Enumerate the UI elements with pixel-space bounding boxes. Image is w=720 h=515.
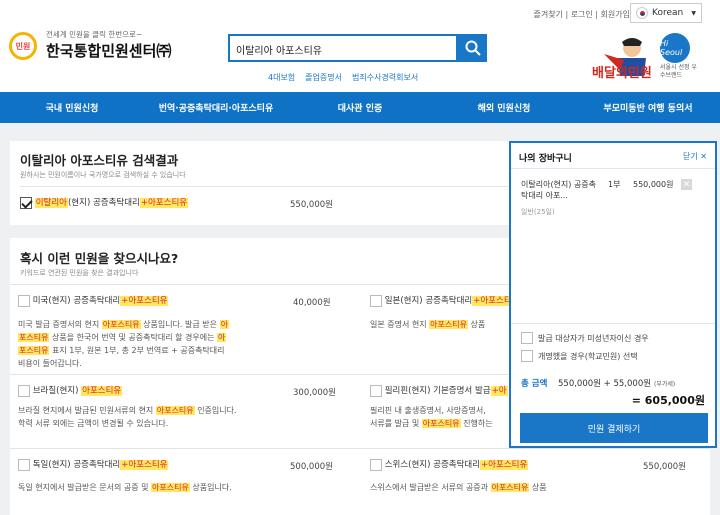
checkbox[interactable] bbox=[20, 196, 32, 209]
header: 즐겨찾기 | 로그인 | 회원가입 Korean ▼ 민원 전세계 민원을 클릭… bbox=[0, 0, 720, 92]
close-icon: ✕ bbox=[700, 152, 707, 161]
checkbox[interactable] bbox=[521, 332, 533, 344]
search-icon bbox=[465, 40, 481, 56]
ad-title[interactable]: 배달의민원 bbox=[592, 62, 652, 81]
logo-tagline: 전세계 민원을 클릭 한번으로~ bbox=[46, 30, 143, 39]
logo-icon[interactable]: 민원 bbox=[9, 32, 37, 60]
suggest-price: 40,000원 bbox=[293, 298, 331, 308]
search-button[interactable] bbox=[458, 34, 487, 62]
suggest-desc: 스위스에서 발급받은 서류의 공증과 아포스티유 상품 bbox=[370, 483, 547, 492]
suggest-desc: 브라질 현지에서 발급된 민원서류의 현지 아포스티유 인증입니다. 학력 서류… bbox=[18, 406, 237, 428]
suggest-item[interactable]: 스위스(현지) 공증촉탁대리+아포스티유 bbox=[370, 458, 529, 471]
results-subtitle: 원하시는 민원이름이나 국가명으로 검색하실 수 있습니다 bbox=[20, 171, 186, 179]
nav-item[interactable]: 대사관 인증 bbox=[288, 92, 432, 123]
caret-down-icon: ▼ bbox=[691, 9, 696, 17]
option-rename[interactable]: 개명했을 경우(학교민원) 선택 bbox=[521, 350, 638, 362]
quick-link[interactable]: 졸업증명서 bbox=[305, 72, 342, 83]
checkbox[interactable] bbox=[18, 458, 30, 471]
language-select[interactable]: Korean ▼ bbox=[630, 3, 702, 23]
main-nav: 국내 민원신청 번역·공증촉탁대리·아포스티유 대사관 인증 해외 민원신청 부… bbox=[0, 92, 720, 123]
suggest-item[interactable]: 일본(현지) 공증촉탁대리+아포스티유 bbox=[370, 294, 521, 307]
pay-button[interactable]: 민원 결제하기 bbox=[520, 413, 708, 443]
logo-title[interactable]: 한국통합민원센터㈜ bbox=[46, 40, 171, 61]
cart-item-qty: 1부 bbox=[608, 180, 621, 189]
option-minor[interactable]: 발급 대상자가 미성년자이신 경우 bbox=[521, 332, 649, 344]
total-formula: 550,000원 + 55,000원 bbox=[558, 379, 652, 389]
result-keyword: +아포스티유 bbox=[139, 198, 189, 208]
checkbox[interactable] bbox=[521, 350, 533, 362]
suggest-item[interactable]: 독일(현지) 공증촉탁대리+아포스티유 bbox=[18, 458, 169, 471]
search-input[interactable]: 이탈리아 아포스티유 bbox=[228, 34, 458, 62]
cart-item-price: 550,000원 bbox=[633, 180, 674, 189]
cart-item-name: 이탈리아(현지) 공증촉탁대리 아포... bbox=[521, 180, 597, 200]
cart-item-note: 일반(25일) bbox=[521, 208, 555, 216]
checkbox[interactable] bbox=[18, 384, 30, 397]
nav-item[interactable]: 국내 민원신청 bbox=[0, 92, 144, 123]
cart-panel: 나의 장바구니 닫기 ✕ 이탈리아(현지) 공증촉탁대리 아포... 일반(25… bbox=[509, 141, 717, 448]
ad-caption: 서울시 선정 우수브랜드 bbox=[660, 64, 697, 79]
korea-flag-icon bbox=[636, 7, 648, 19]
suggest-desc: 미국 발급 증명서의 현지 아포스티유 상품입니다. 발급 받은 아 포스티유 … bbox=[18, 320, 229, 368]
checkbox[interactable] bbox=[370, 384, 382, 397]
checkbox[interactable] bbox=[370, 294, 382, 307]
results-title: 이탈리아 아포스티유 검색결과 bbox=[20, 153, 179, 168]
nav-item[interactable]: 해외 민원신청 bbox=[432, 92, 576, 123]
result-price: 550,000원 bbox=[290, 200, 333, 210]
result-keyword: 이탈리아 bbox=[34, 198, 68, 208]
suggest-title: 혹시 이런 민원을 찾으시나요? bbox=[20, 251, 179, 266]
quick-link[interactable]: 범죄수사경력회보서 bbox=[352, 72, 418, 83]
suggest-subtitle: 키워드로 연관된 민원을 찾은 결과입니다 bbox=[20, 269, 139, 277]
checkbox[interactable] bbox=[370, 458, 382, 471]
result-name: (현지) 공증촉탁대리 bbox=[67, 198, 140, 208]
result-item[interactable]: 이탈리아(현지) 공증촉탁대리+아포스티유 bbox=[20, 196, 189, 209]
quick-links: 4대보험 졸업증명서 범죄수사경력회보서 bbox=[268, 72, 418, 83]
remove-item-icon[interactable]: ✕ bbox=[681, 179, 692, 190]
hi-seoul-badge: Hi Seoul bbox=[660, 33, 690, 63]
total-label: 총 금액 bbox=[521, 379, 548, 389]
suggest-price: 300,000원 bbox=[293, 388, 336, 398]
cart-close-button[interactable]: 닫기 ✕ bbox=[683, 151, 707, 162]
util-links[interactable]: 즐겨찾기 | 로그인 | 회원가입 bbox=[533, 9, 630, 20]
suggest-desc: 독일 현지에서 발급받은 문서의 공증 및 아포스티유 상품입니다. bbox=[18, 483, 232, 492]
suggest-item[interactable]: 미국(현지) 공증촉탁대리+아포스티유 bbox=[18, 294, 169, 307]
total-vat: (부가세) bbox=[654, 381, 676, 388]
suggest-desc: 일본 증명서 현지 아포스티유 상품 bbox=[370, 320, 486, 329]
suggest-item[interactable]: 브라질(현지) 아포스티유 bbox=[18, 384, 123, 397]
nav-item[interactable]: 부모미동반 여행 동의서 bbox=[576, 92, 720, 123]
suggest-price: 550,000원 bbox=[643, 462, 686, 472]
suggest-item[interactable]: 필리핀(현지) 기본증명서 발급+아 bbox=[370, 384, 508, 397]
suggest-desc: 필리핀 내 출생증명서, 사망증명서, 서류를 발급 및 아포스티유 진행하는 bbox=[370, 406, 493, 428]
language-label: Korean bbox=[652, 8, 684, 18]
nav-item[interactable]: 번역·공증촉탁대리·아포스티유 bbox=[144, 92, 288, 123]
total-value: = 605,000원 bbox=[631, 394, 705, 407]
checkbox[interactable] bbox=[18, 294, 30, 307]
quick-link[interactable]: 4대보험 bbox=[268, 72, 295, 83]
suggest-price: 500,000원 bbox=[290, 462, 333, 472]
